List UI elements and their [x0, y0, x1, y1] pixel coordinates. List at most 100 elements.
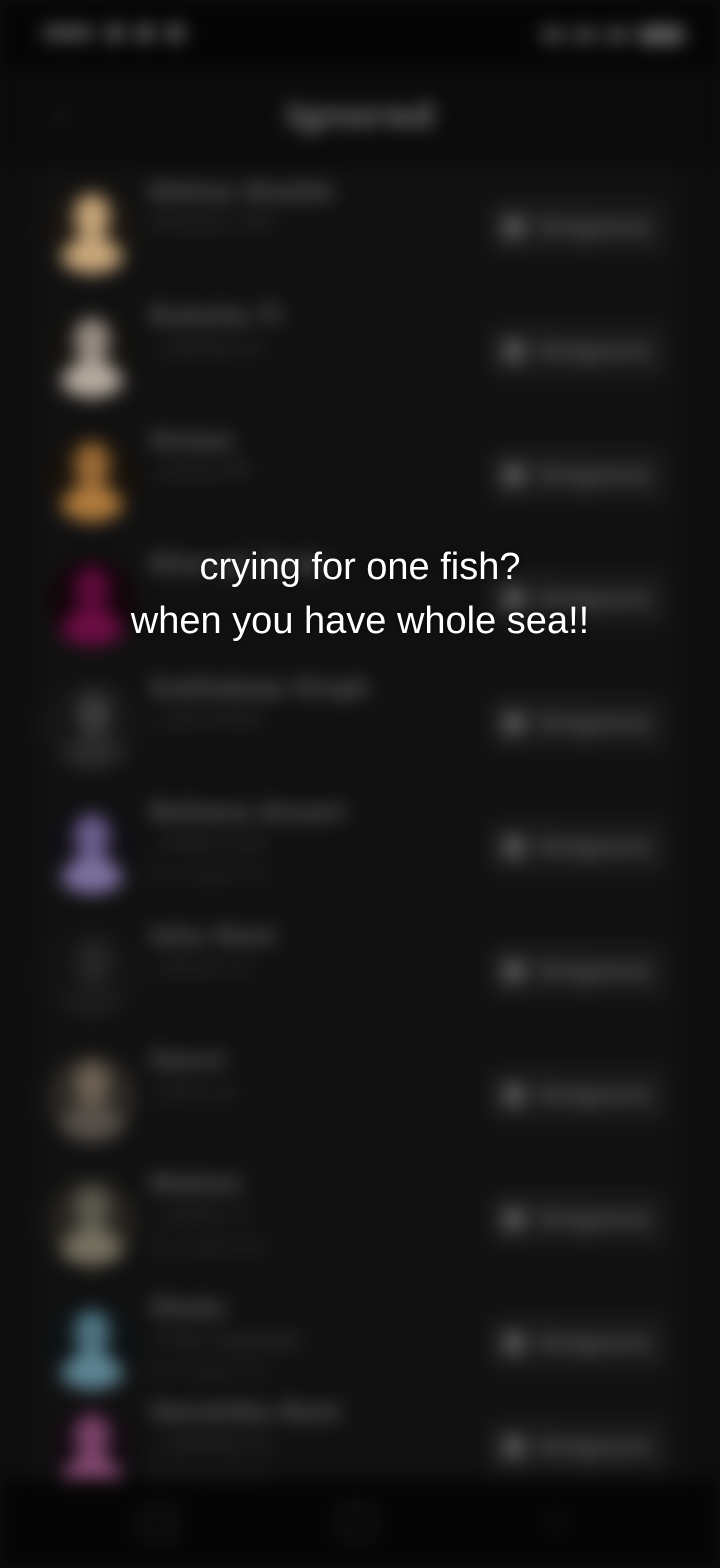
unignore-button[interactable]: Unignore: [486, 1066, 668, 1124]
account-name[interactable]: Ehtisa Shaikh: [150, 178, 334, 204]
signal-icon: [574, 28, 596, 42]
caption-line-1: crying for one fish?: [199, 546, 521, 588]
avatar-body: [62, 734, 126, 768]
unignore-button[interactable]: Unignore: [486, 1314, 668, 1372]
list-item[interactable]: Rehana Ansari _rehana.ooo Aa Suggested U…: [30, 788, 690, 912]
avatar[interactable]: [48, 434, 136, 522]
signal-icon: [606, 28, 628, 42]
avatar[interactable]: [48, 310, 136, 398]
page-title: Ignored: [285, 96, 435, 136]
account-name[interactable]: Ruksha Ti: [150, 302, 282, 328]
list-item[interactable]: Sukhdeep Singh _sukh.ttttttt Unignore: [30, 664, 690, 788]
avatar-body: [60, 484, 124, 522]
screen: ‹ Ignored Ehtisa Shaikh ehtisaa1.702 Uni…: [0, 0, 720, 1568]
unignore-button[interactable]: Unignore: [486, 1418, 668, 1476]
avatar-body: [60, 1228, 124, 1266]
account-subtext: Aa Suggested: [150, 864, 268, 884]
unignore-button-label: Unignore: [537, 214, 651, 240]
caption-line-2: when you have whole sea!!: [130, 600, 590, 642]
unmute-icon: [503, 1084, 526, 1106]
notification-icon: [136, 24, 154, 42]
account-name[interactable]: Sanvi: [150, 1046, 224, 1072]
account-name[interactable]: Vanshika Rani: [150, 1398, 341, 1424]
avatar-body: [60, 1352, 124, 1390]
caption-overlay: crying for one fish? when you have whole…: [0, 540, 720, 648]
status-bar: [0, 0, 720, 68]
unmute-icon: [503, 712, 526, 734]
unignore-button[interactable]: Unignore: [486, 942, 668, 1000]
recent-apps-icon[interactable]: [142, 1508, 174, 1540]
avatar-body: [60, 236, 124, 274]
avatar-head: [74, 1414, 110, 1458]
account-handle: _rukshaa.xx: [150, 336, 265, 358]
clock-text: [42, 26, 94, 40]
avatar-body: [60, 360, 124, 398]
account-name[interactable]: Shalu: [150, 1294, 226, 1320]
avatar[interactable]: [48, 806, 136, 894]
unignore-button[interactable]: Unignore: [486, 694, 668, 752]
unmute-icon: [503, 1436, 526, 1458]
unignore-button-label: Unignore: [537, 834, 651, 860]
avatar-head: [74, 442, 110, 486]
avatar[interactable]: [48, 1054, 136, 1142]
unmute-icon: [503, 340, 526, 362]
avatar-head: [74, 318, 110, 362]
unignore-button-label: Unignore: [537, 1206, 651, 1232]
avatar[interactable]: [48, 1302, 136, 1390]
avatar-body: [60, 1104, 124, 1142]
account-name[interactable]: Ishu Rani: [150, 922, 276, 948]
list-item[interactable]: Sanvi _sanvi.xx Unignore: [30, 1036, 690, 1160]
list-item[interactable]: Ehtisa Shaikh ehtisaa1.702 Unignore: [30, 168, 690, 292]
avatar[interactable]: [48, 930, 136, 1018]
unignore-button[interactable]: Unignore: [486, 322, 668, 380]
unmute-icon: [503, 216, 526, 238]
account-name[interactable]: Rehana Ansari: [150, 798, 346, 824]
notification-icon: [106, 24, 124, 42]
unignore-button[interactable]: Unignore: [486, 818, 668, 876]
back-icon[interactable]: ‹: [548, 1500, 563, 1540]
avatar[interactable]: [48, 186, 136, 274]
avatar[interactable]: [48, 682, 136, 770]
list-item[interactable]: Ishu Rani _ishuuu.xx Unignore: [30, 912, 690, 1036]
unignore-button-label: Unignore: [537, 1434, 651, 1460]
list-item[interactable]: Anaya _anaya.ffff Unignore: [30, 416, 690, 540]
unmute-icon: [503, 960, 526, 982]
app-header: ‹ Ignored: [0, 68, 720, 168]
avatar-head: [74, 1062, 110, 1106]
unignore-button-label: Unignore: [537, 1082, 651, 1108]
account-name[interactable]: Mohini: [150, 1170, 241, 1196]
battery-icon: [638, 26, 684, 44]
account-name[interactable]: Sukhdeep Singh: [150, 674, 370, 700]
avatar-head: [74, 1186, 110, 1230]
avatar-body: [60, 856, 124, 894]
unignore-button-label: Unignore: [537, 710, 651, 736]
account-handle: _sukh.ttttttt: [150, 708, 263, 730]
account-name[interactable]: Anaya: [150, 426, 233, 452]
blurred-background: ‹ Ignored Ehtisa Shaikh ehtisaa1.702 Uni…: [0, 0, 720, 1568]
unignore-button[interactable]: Unignore: [486, 198, 668, 256]
unignore-button-label: Unignore: [537, 462, 651, 488]
list-item[interactable]: Mohini _mohini.rrr Aa Suggested Unignore: [30, 1160, 690, 1284]
unmute-icon: [503, 1332, 526, 1354]
account-subtext: Aa Suggested: [150, 1360, 268, 1380]
avatar-head: [76, 692, 112, 736]
unignore-button[interactable]: Unignore: [486, 1190, 668, 1248]
unignore-button[interactable]: Unignore: [486, 446, 668, 504]
home-icon[interactable]: [338, 1504, 376, 1542]
unmute-icon: [503, 464, 526, 486]
avatar-head: [74, 1310, 110, 1354]
avatar-body: [62, 982, 126, 1016]
unmute-icon: [503, 836, 526, 858]
ignored-accounts-list: Ehtisa Shaikh ehtisaa1.702 Unignore Ruks…: [30, 168, 690, 1494]
list-item[interactable]: Ruksha Ti _rukshaa.xx Unignore: [30, 292, 690, 416]
account-handle: _shalu.ggggggg: [150, 1328, 301, 1350]
system-nav-bar: ‹: [0, 1478, 720, 1568]
account-handle: ehtisaa1.702: [150, 212, 275, 234]
account-handle: _rehana.ooo: [150, 832, 267, 854]
avatar-head: [74, 194, 110, 238]
status-right-icons: [542, 22, 684, 48]
account-handle: _mohini.rrr: [150, 1204, 254, 1226]
avatar-head: [74, 814, 110, 858]
avatar[interactable]: [48, 1178, 136, 1266]
unignore-button-label: Unignore: [537, 338, 651, 364]
